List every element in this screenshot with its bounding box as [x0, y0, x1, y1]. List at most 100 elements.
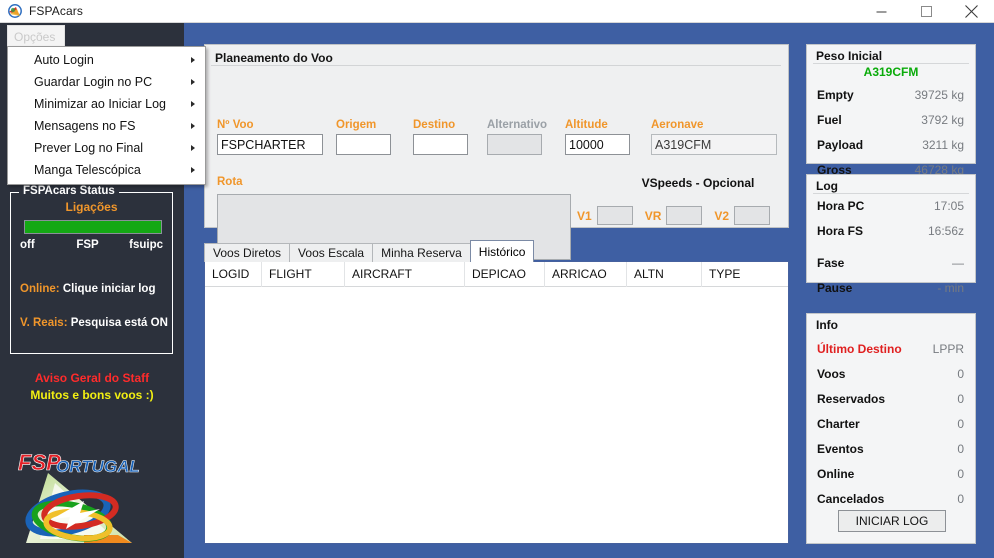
fsportugal-logo: FSP ORTUGAL	[0, 435, 184, 558]
menu-item-label: Prever Log no Final	[34, 141, 144, 155]
v2-input[interactable]	[734, 206, 771, 225]
row-value: - min	[937, 280, 964, 295]
status-group-title: FSPAcars Status	[19, 185, 119, 197]
tab-label: Voos Escala	[298, 246, 365, 260]
submenu-arrow-icon	[191, 101, 195, 107]
field-label-altitude: Altitude	[565, 119, 608, 131]
panel-divider	[813, 63, 969, 64]
menu-item-prever-log-no-final[interactable]: Prever Log no Final	[8, 137, 205, 159]
menu-item-guardar-login-no-pc[interactable]: Guardar Login no PC	[8, 71, 205, 93]
panel-divider	[813, 193, 969, 194]
vreais-label: V. Reais:	[20, 317, 68, 329]
vspeeds-title: VSpeeds - Opcional	[641, 176, 755, 190]
window-title: FSPAcars	[29, 4, 83, 18]
grid-col-altn[interactable]: ALTN	[627, 261, 702, 287]
menu-item-opcoes[interactable]: Opções	[7, 25, 65, 47]
row-key: Fase	[817, 255, 845, 270]
log-row-hora-pc: Hora PC 17:05	[807, 193, 975, 218]
row-key: Reservados	[817, 391, 886, 406]
title-bar: FSPAcars	[0, 0, 994, 23]
submenu-arrow-icon	[191, 167, 195, 173]
row-value: 0	[957, 441, 964, 456]
maximize-icon[interactable]	[904, 0, 949, 23]
grid-col-type[interactable]: TYPE	[702, 262, 788, 287]
window-controls	[859, 0, 994, 23]
menu-item-label: Auto Login	[34, 53, 94, 67]
menu-item-mensagens-no-fs[interactable]: Mensagens no FS	[8, 115, 205, 137]
field-label-alternativo: Alternativo	[487, 119, 548, 131]
conn-label-fsp: FSP	[76, 239, 99, 251]
aeronave-input[interactable]: A319CFM	[651, 134, 777, 155]
menu-item-auto-login[interactable]: Auto Login	[8, 49, 205, 71]
vr-input[interactable]	[666, 206, 703, 225]
submenu-arrow-icon	[191, 145, 195, 151]
field-destino: Destino	[413, 119, 468, 155]
menu-item-minimizar-ao-iniciar-log[interactable]: Minimizar ao Iniciar Log	[8, 93, 205, 115]
row-key: Fuel	[817, 112, 842, 127]
grid-col-arricao[interactable]: ARRICAO	[545, 261, 627, 287]
vspeed-label-v1: V1	[577, 208, 592, 223]
minimize-icon[interactable]	[859, 0, 904, 23]
app-window: FSPAcars Opções Auto Login Guardar Login…	[0, 0, 994, 558]
row-value: 0	[957, 466, 964, 481]
row-key: Cancelados	[817, 491, 885, 506]
svg-text:FSP: FSP	[18, 450, 61, 475]
connection-labels: off FSP fsuipc	[11, 239, 172, 251]
row-value: LPPR	[932, 341, 964, 356]
alternativo-input[interactable]	[487, 134, 542, 155]
tab-voos-diretos[interactable]: Voos Diretos	[204, 243, 291, 262]
altitude-input[interactable]: 10000	[565, 134, 630, 155]
grid-header-row: LOGID FLIGHT AIRCRAFT DEPICAO ARRICAO AL…	[205, 261, 788, 287]
log-panel: Log Hora PC 17:05 Hora FS 16:56z Fase — …	[806, 174, 976, 295]
peso-row-payload: Payload 3211 kg	[807, 132, 975, 157]
grid-col-depicao[interactable]: DEPICAO	[465, 261, 545, 287]
peso-inicial-title: Peso Inicial	[816, 49, 883, 63]
vspeeds-row: V1 VR V2	[577, 206, 782, 225]
opcoes-dropdown-menu: Auto Login Guardar Login no PC Minimizar…	[7, 46, 206, 185]
conn-label-off: off	[20, 239, 35, 251]
conn-label-fsuipc: fsuipc	[129, 239, 163, 251]
log-row-hora-fs: Hora FS 16:56z	[807, 218, 975, 243]
log-panel-title: Log	[816, 179, 838, 193]
origem-input[interactable]	[336, 134, 391, 155]
row-key: Pause	[817, 280, 853, 295]
historico-grid[interactable]: LOGID FLIGHT AIRCRAFT DEPICAO ARRICAO AL…	[204, 261, 789, 544]
online-value: Clique iniciar log	[62, 283, 156, 295]
field-label-numero-voo: Nº Voo	[217, 119, 254, 131]
info-row-voos: Voos 0	[807, 361, 975, 386]
row-key: Voos	[817, 366, 846, 381]
destino-input[interactable]	[413, 134, 468, 155]
info-row-ultimo-destino: Último Destino LPPR	[807, 336, 975, 361]
row-key: Hora FS	[817, 223, 864, 238]
row-key: Último Destino	[817, 341, 902, 356]
aviso-geral-title: Aviso Geral do Staff	[34, 371, 150, 385]
field-label-aeronave: Aeronave	[651, 119, 704, 131]
close-icon[interactable]	[949, 0, 994, 23]
tab-voos-escala[interactable]: Voos Escala	[289, 243, 374, 262]
info-row-charter: Charter 0	[807, 411, 975, 436]
menu-item-manga-telescopica[interactable]: Manga Telescópica	[8, 159, 205, 181]
row-value: 3792 kg	[921, 112, 964, 127]
grid-col-aircraft[interactable]: AIRCRAFT	[345, 261, 465, 287]
tab-historico[interactable]: Histórico	[469, 240, 535, 262]
tab-strip: Voos Diretos Voos Escala Minha Reserva H…	[204, 240, 535, 262]
field-altitude: Altitude 10000	[565, 119, 630, 155]
info-panel: Info Último Destino LPPR Voos 0 Reservad…	[806, 313, 976, 544]
tab-minha-reserva[interactable]: Minha Reserva	[372, 243, 471, 262]
field-aeronave: Aeronave A319CFM	[651, 119, 777, 155]
connection-progress-bar	[24, 220, 162, 234]
vreais-value: Pesquisa está ON	[70, 317, 168, 329]
grid-col-logid[interactable]: LOGID	[205, 261, 262, 287]
row-value: 39725 kg	[914, 87, 964, 102]
peso-row-fuel: Fuel 3792 kg	[807, 107, 975, 132]
grid-col-flight[interactable]: FLIGHT	[262, 261, 345, 287]
tab-label: Minha Reserva	[381, 246, 462, 260]
row-value: 3211 kg	[922, 137, 964, 152]
info-row-online: Online 0	[807, 461, 975, 486]
numero-voo-input[interactable]: FSPCHARTER	[217, 134, 323, 155]
menu-item-label: Manga Telescópica	[34, 163, 141, 177]
v1-input[interactable]	[596, 206, 633, 225]
log-row-pause: Pause - min	[807, 275, 975, 300]
iniciar-log-button[interactable]: INICIAR LOG	[838, 510, 946, 532]
field-label-destino: Destino	[413, 119, 456, 131]
